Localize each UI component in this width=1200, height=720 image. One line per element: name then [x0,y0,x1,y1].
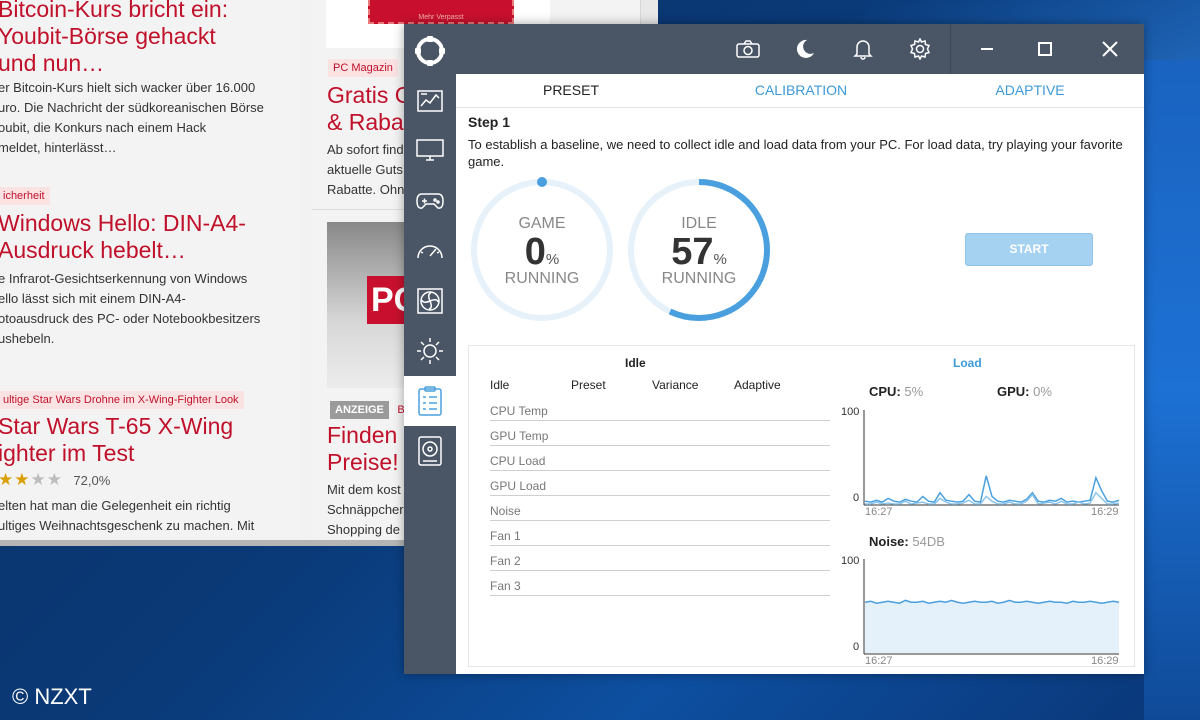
pc-monitor-icon[interactable] [404,126,456,176]
gamepad-icon[interactable] [404,176,456,226]
gear-icon[interactable] [908,37,932,61]
nzxt-logo-icon[interactable] [404,26,456,76]
start-button[interactable]: START [965,233,1093,266]
cpu-readout: CPU: 5% [869,384,924,399]
speedometer-icon[interactable] [404,226,456,276]
table-row: CPU Temp [490,396,830,421]
column-header-preset: Preset [571,378,606,392]
dashboard-icon[interactable] [404,76,456,126]
rating-percent: 72,0% [73,473,111,488]
close-icon[interactable] [1098,37,1122,61]
noise-chart [863,559,1120,655]
x-axis-end: 16:29 [1091,506,1119,518]
table-row: CPU Load [490,446,830,471]
y-axis-min: 0 [853,641,860,653]
category-tag[interactable]: icherheit [0,187,50,205]
x-axis-start: 16:27 [865,655,893,667]
cam-app-window: PRESET CALIBRATION ADAPTIVE Step 1 To es… [404,24,1144,674]
x-axis-end: 16:29 [1091,655,1119,667]
titlebar-divider [950,24,951,74]
idle-gauge: IDLE 57% RUNNING [624,175,774,325]
lighting-icon[interactable] [404,326,456,376]
article-title[interactable]: Gratis G & Rabat [327,82,413,136]
article-teaser: e Infrarot-Gesichtserkennung von Windows… [0,271,261,346]
coupon-text: Mehr Verpasst [418,14,464,21]
y-axis-max: 100 [841,555,860,567]
camera-icon[interactable] [736,37,760,61]
cpu-gpu-load-chart [863,410,1120,506]
ad-tags: ANZEIGE Br [330,400,408,419]
article-teaser: Ab sofort find aktuelle Guts Rabatte. Oh… [327,142,405,197]
column-header-variance: Variance [652,378,699,392]
category-tag[interactable]: ultige Star Wars Drohne im X-Wing-Fighte… [0,391,244,409]
idle-header: Idle [625,356,646,370]
column-header-idle: Idle [490,378,510,392]
x-axis-start: 16:27 [865,506,893,518]
minimize-icon[interactable] [975,37,999,61]
y-axis-max: 100 [841,406,860,418]
sidebar [404,24,456,674]
table-row: GPU Temp [490,421,830,446]
storage-icon[interactable] [404,426,456,476]
column-header-adaptive: Adaptive [734,378,781,392]
category-tag[interactable]: PC Magazin [328,59,398,77]
idle-gauge-value: 57% [671,231,727,273]
noise-readout: Noise: 54DB [869,534,945,549]
tuning-tabs: PRESET CALIBRATION ADAPTIVE [456,74,1144,108]
tuning-checklist-icon[interactable] [404,376,456,426]
article-teaser: elten hat man die Gelegenheit ein richti… [0,498,255,533]
game-gauge-value: 0% [524,231,560,273]
tab-adaptive[interactable]: ADAPTIVE [930,82,1130,98]
maximize-icon[interactable] [1033,37,1057,61]
tab-calibration[interactable]: CALIBRATION [701,82,901,98]
watermark: © NZXT [12,684,92,709]
article-title[interactable]: Windows Hello: DIN-A4- Ausdruck hebelt… [0,210,246,264]
game-gauge-status: RUNNING [504,270,580,287]
table-row: Noise [490,496,830,521]
article-teaser: er Bitcoin-Kurs hielt sich wacker über 1… [0,80,264,155]
series-line-cpu [864,475,1120,503]
table-row: GPU Load [490,471,830,496]
rating-stars: ★★★★ [0,470,63,489]
table-row: Fan 3 [490,571,830,596]
bell-icon[interactable] [851,37,875,61]
idle-gauge-status: RUNNING [661,270,737,287]
title-bar [456,24,1144,74]
desktop-light-beam-edge [1144,60,1200,720]
series-area-noise [865,600,1119,653]
article-title[interactable]: Finden Preise! [327,422,399,476]
results-panel: Idle Load Idle Preset Variance Adaptive … [468,345,1135,667]
article-teaser: Mit dem kost Schnäppcher Shopping de [327,482,404,537]
game-gauge: GAME 0% RUNNING [467,175,617,325]
step-title: Step 1 [468,114,511,130]
table-row: Fan 2 [490,546,830,571]
coupon-graphic: Mehr Verpasst [368,0,514,24]
fan-icon[interactable] [404,276,456,326]
article-title[interactable]: Bitcoin-Kurs bricht ein: Youbit-Börse ge… [0,0,228,77]
rating: ★★★★ 72,0% [0,470,110,491]
tab-preset[interactable]: PRESET [471,82,671,98]
moon-icon[interactable] [793,37,817,61]
ad-badge: ANZEIGE [330,401,389,419]
gpu-readout: GPU: 0% [997,384,1052,399]
article-title[interactable]: Star Wars T-65 X-Wing ighter im Test [0,413,233,467]
table-row: Fan 1 [490,521,830,546]
step-description: To establish a baseline, we need to coll… [468,137,1123,169]
y-axis-min: 0 [853,492,860,504]
load-header[interactable]: Load [953,356,982,370]
